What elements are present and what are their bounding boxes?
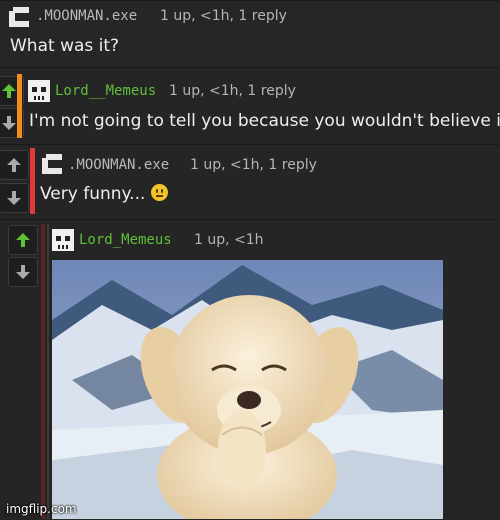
- thread-bar-red: [30, 148, 35, 214]
- moonman-avatar-icon[interactable]: [40, 152, 64, 176]
- comment-meta: 1 up, <1h: [194, 232, 264, 248]
- down-arrow-icon: [16, 265, 30, 279]
- comment-text: What was it?: [10, 36, 120, 56]
- down-arrow-icon: [2, 116, 16, 130]
- skull-icon[interactable]: [51, 228, 75, 252]
- comment-3: [0, 144, 500, 219]
- skull-icon[interactable]: [27, 79, 51, 103]
- upvote-button[interactable]: [8, 225, 38, 255]
- comment-meta: 1 up, <1h, 1 reply: [190, 157, 317, 173]
- neutral-face-emoji-icon: [150, 184, 168, 201]
- up-arrow-icon: [16, 233, 30, 247]
- up-arrow-icon: [2, 84, 16, 98]
- username[interactable]: Lord_Memeus: [79, 232, 172, 248]
- comment-2: [0, 67, 500, 144]
- laughing-puppy-image[interactable]: [52, 260, 443, 519]
- comment-text-content: Very funny...: [40, 184, 146, 204]
- thread-bar-green: [47, 224, 49, 519]
- thread-bar-orange: [17, 74, 22, 138]
- up-arrow-icon: [7, 158, 21, 172]
- watermark: imgflip.com: [6, 502, 77, 516]
- moonman-avatar-icon[interactable]: [7, 5, 31, 29]
- comment-text: I'm not going to tell you because you wo…: [29, 111, 500, 131]
- comment-text: Very funny...: [40, 184, 168, 204]
- username[interactable]: Lord__Memeus: [55, 83, 156, 99]
- comment-meta: 1 up, <1h, 1 reply: [160, 8, 287, 24]
- username[interactable]: .MOONMAN.exe: [68, 157, 169, 173]
- username[interactable]: .MOONMAN.exe: [36, 8, 137, 24]
- downvote-button[interactable]: [0, 183, 29, 213]
- comment-meta: 1 up, <1h, 1 reply: [169, 83, 296, 99]
- down-arrow-icon: [7, 191, 21, 205]
- upvote-button[interactable]: [0, 150, 29, 180]
- downvote-button[interactable]: [8, 257, 38, 287]
- thread-bar-dark: [41, 224, 45, 519]
